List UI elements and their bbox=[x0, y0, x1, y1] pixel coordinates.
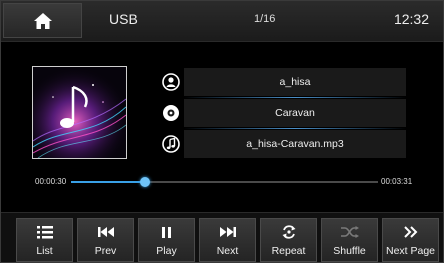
progress-fill bbox=[71, 181, 145, 183]
total-time: 00:03:31 bbox=[381, 177, 413, 186]
progress-slider[interactable] bbox=[71, 177, 378, 187]
shuffle-label: Shuffle bbox=[333, 245, 366, 257]
pause-icon bbox=[162, 226, 171, 238]
album-row: Caravan bbox=[158, 99, 408, 129]
play-label: Play bbox=[156, 245, 177, 257]
home-button[interactable] bbox=[3, 3, 82, 38]
track-info-panel: a_hisa Caravan a_hisa-Caravan.mp3 bbox=[158, 68, 408, 158]
player-screen: USB 1/16 12:32 a_hisa Caravan a_hisa-Car… bbox=[0, 0, 444, 263]
skip-next-icon bbox=[219, 227, 236, 237]
artist-icon bbox=[162, 73, 180, 91]
prev-label: Prev bbox=[94, 245, 117, 257]
list-button[interactable]: List bbox=[16, 218, 73, 262]
artist-row: a_hisa bbox=[158, 68, 408, 98]
list-icon bbox=[36, 225, 53, 238]
music-note-icon bbox=[162, 135, 180, 153]
next-page-label: Next Page bbox=[385, 245, 436, 257]
repeat-label: Repeat bbox=[271, 245, 306, 257]
double-chevron-right-icon bbox=[403, 226, 417, 238]
next-button[interactable]: Next bbox=[199, 218, 256, 262]
album-disc-icon bbox=[163, 105, 179, 121]
file-row: a_hisa-Caravan.mp3 bbox=[158, 130, 408, 158]
progress-knob[interactable] bbox=[139, 177, 150, 187]
next-page-button[interactable]: Next Page bbox=[382, 218, 439, 262]
album-art bbox=[32, 66, 127, 159]
prev-button[interactable]: Prev bbox=[77, 218, 134, 262]
next-label: Next bbox=[216, 245, 239, 257]
album-name: Caravan bbox=[184, 99, 406, 127]
repeat-icon bbox=[282, 225, 295, 239]
music-note-art bbox=[33, 67, 126, 158]
artist-name: a_hisa bbox=[184, 68, 406, 96]
top-bar: USB 1/16 12:32 bbox=[1, 1, 443, 42]
control-bar: List Prev Play Next Repeat Shuffle Next … bbox=[1, 212, 443, 262]
home-icon bbox=[33, 12, 52, 29]
clock: 12:32 bbox=[393, 11, 429, 27]
repeat-button[interactable]: Repeat bbox=[260, 218, 317, 262]
file-name: a_hisa-Caravan.mp3 bbox=[184, 130, 406, 158]
play-button[interactable]: Play bbox=[138, 218, 195, 262]
shuffle-button[interactable]: Shuffle bbox=[321, 218, 378, 262]
elapsed-time: 00:00:30 bbox=[35, 177, 67, 186]
list-label: List bbox=[36, 245, 53, 257]
shuffle-icon bbox=[340, 226, 359, 238]
track-index: 1/16 bbox=[254, 13, 276, 25]
skip-previous-icon bbox=[97, 227, 114, 237]
source-label: USB bbox=[109, 11, 138, 27]
